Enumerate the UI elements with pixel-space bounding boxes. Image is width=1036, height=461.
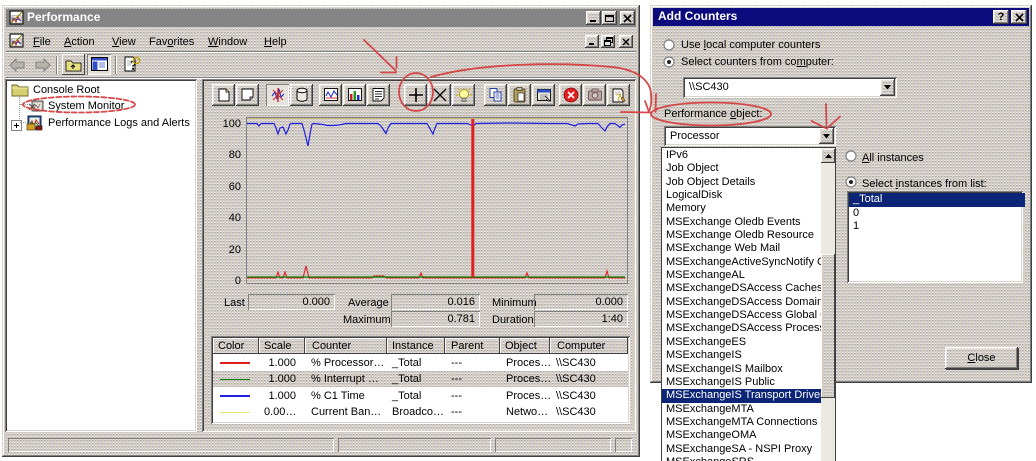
svg-text:?: ? — [616, 92, 622, 104]
